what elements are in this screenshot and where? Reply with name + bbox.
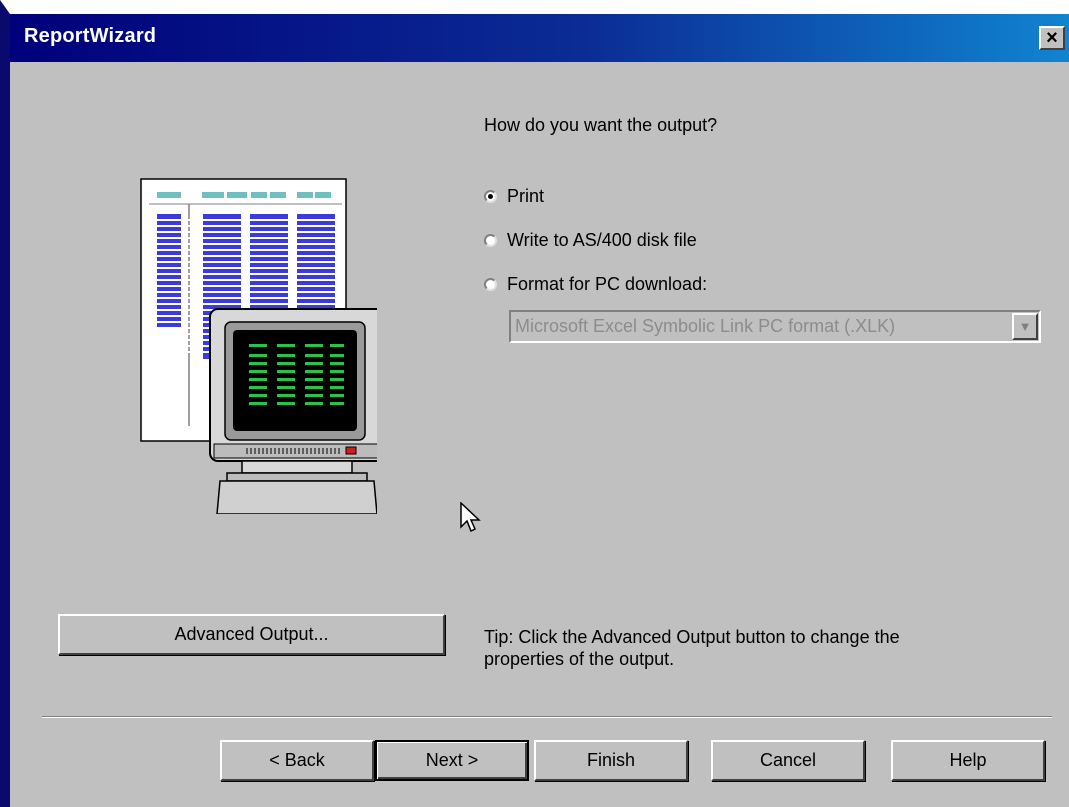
separator (42, 716, 1052, 718)
report-computer-illustration (140, 178, 377, 514)
window-title: ReportWizard (24, 25, 157, 47)
help-button[interactable]: Help (891, 740, 1045, 781)
advanced-output-button[interactable]: Advanced Output... (58, 614, 445, 655)
next-button[interactable]: Next > (375, 740, 529, 781)
radio-print[interactable]: Print (484, 186, 544, 207)
finish-button[interactable]: Finish (534, 740, 688, 781)
dropdown-arrow-button[interactable]: ▼ (1012, 313, 1038, 340)
tip-text: Tip: Click the Advanced Output button to… (484, 626, 900, 670)
mouse-pointer-icon (460, 502, 481, 533)
radio-button-selected[interactable] (484, 190, 497, 203)
radio-write-disk-label: Write to AS/400 disk file (507, 230, 697, 250)
radio-pc-download[interactable]: Format for PC download: (484, 274, 707, 295)
cancel-button[interactable]: Cancel (711, 740, 865, 781)
radio-write-disk[interactable]: Write to AS/400 disk file (484, 230, 697, 251)
report-wizard-window: ReportWizard × How do you want the outpu… (0, 0, 1069, 807)
close-button[interactable]: × (1039, 26, 1065, 50)
tip-line-1: Tip: Click the Advanced Output button to… (484, 627, 900, 647)
chevron-down-icon: ▼ (1018, 319, 1032, 334)
pc-format-select[interactable]: Microsoft Excel Symbolic Link PC format … (509, 310, 1041, 343)
radio-pc-download-label: Format for PC download: (507, 274, 708, 294)
radio-print-label: Print (507, 186, 545, 206)
close-icon: × (1046, 27, 1058, 49)
radio-button[interactable] (484, 278, 497, 291)
back-button[interactable]: < Back (220, 740, 374, 781)
tip-line-2: properties of the output. (484, 649, 675, 669)
pc-format-select-value: Microsoft Excel Symbolic Link PC format … (515, 316, 896, 336)
title-bar[interactable]: ReportWizard × (10, 14, 1069, 62)
radio-button[interactable] (484, 234, 497, 247)
output-question: How do you want the output? (484, 115, 718, 135)
